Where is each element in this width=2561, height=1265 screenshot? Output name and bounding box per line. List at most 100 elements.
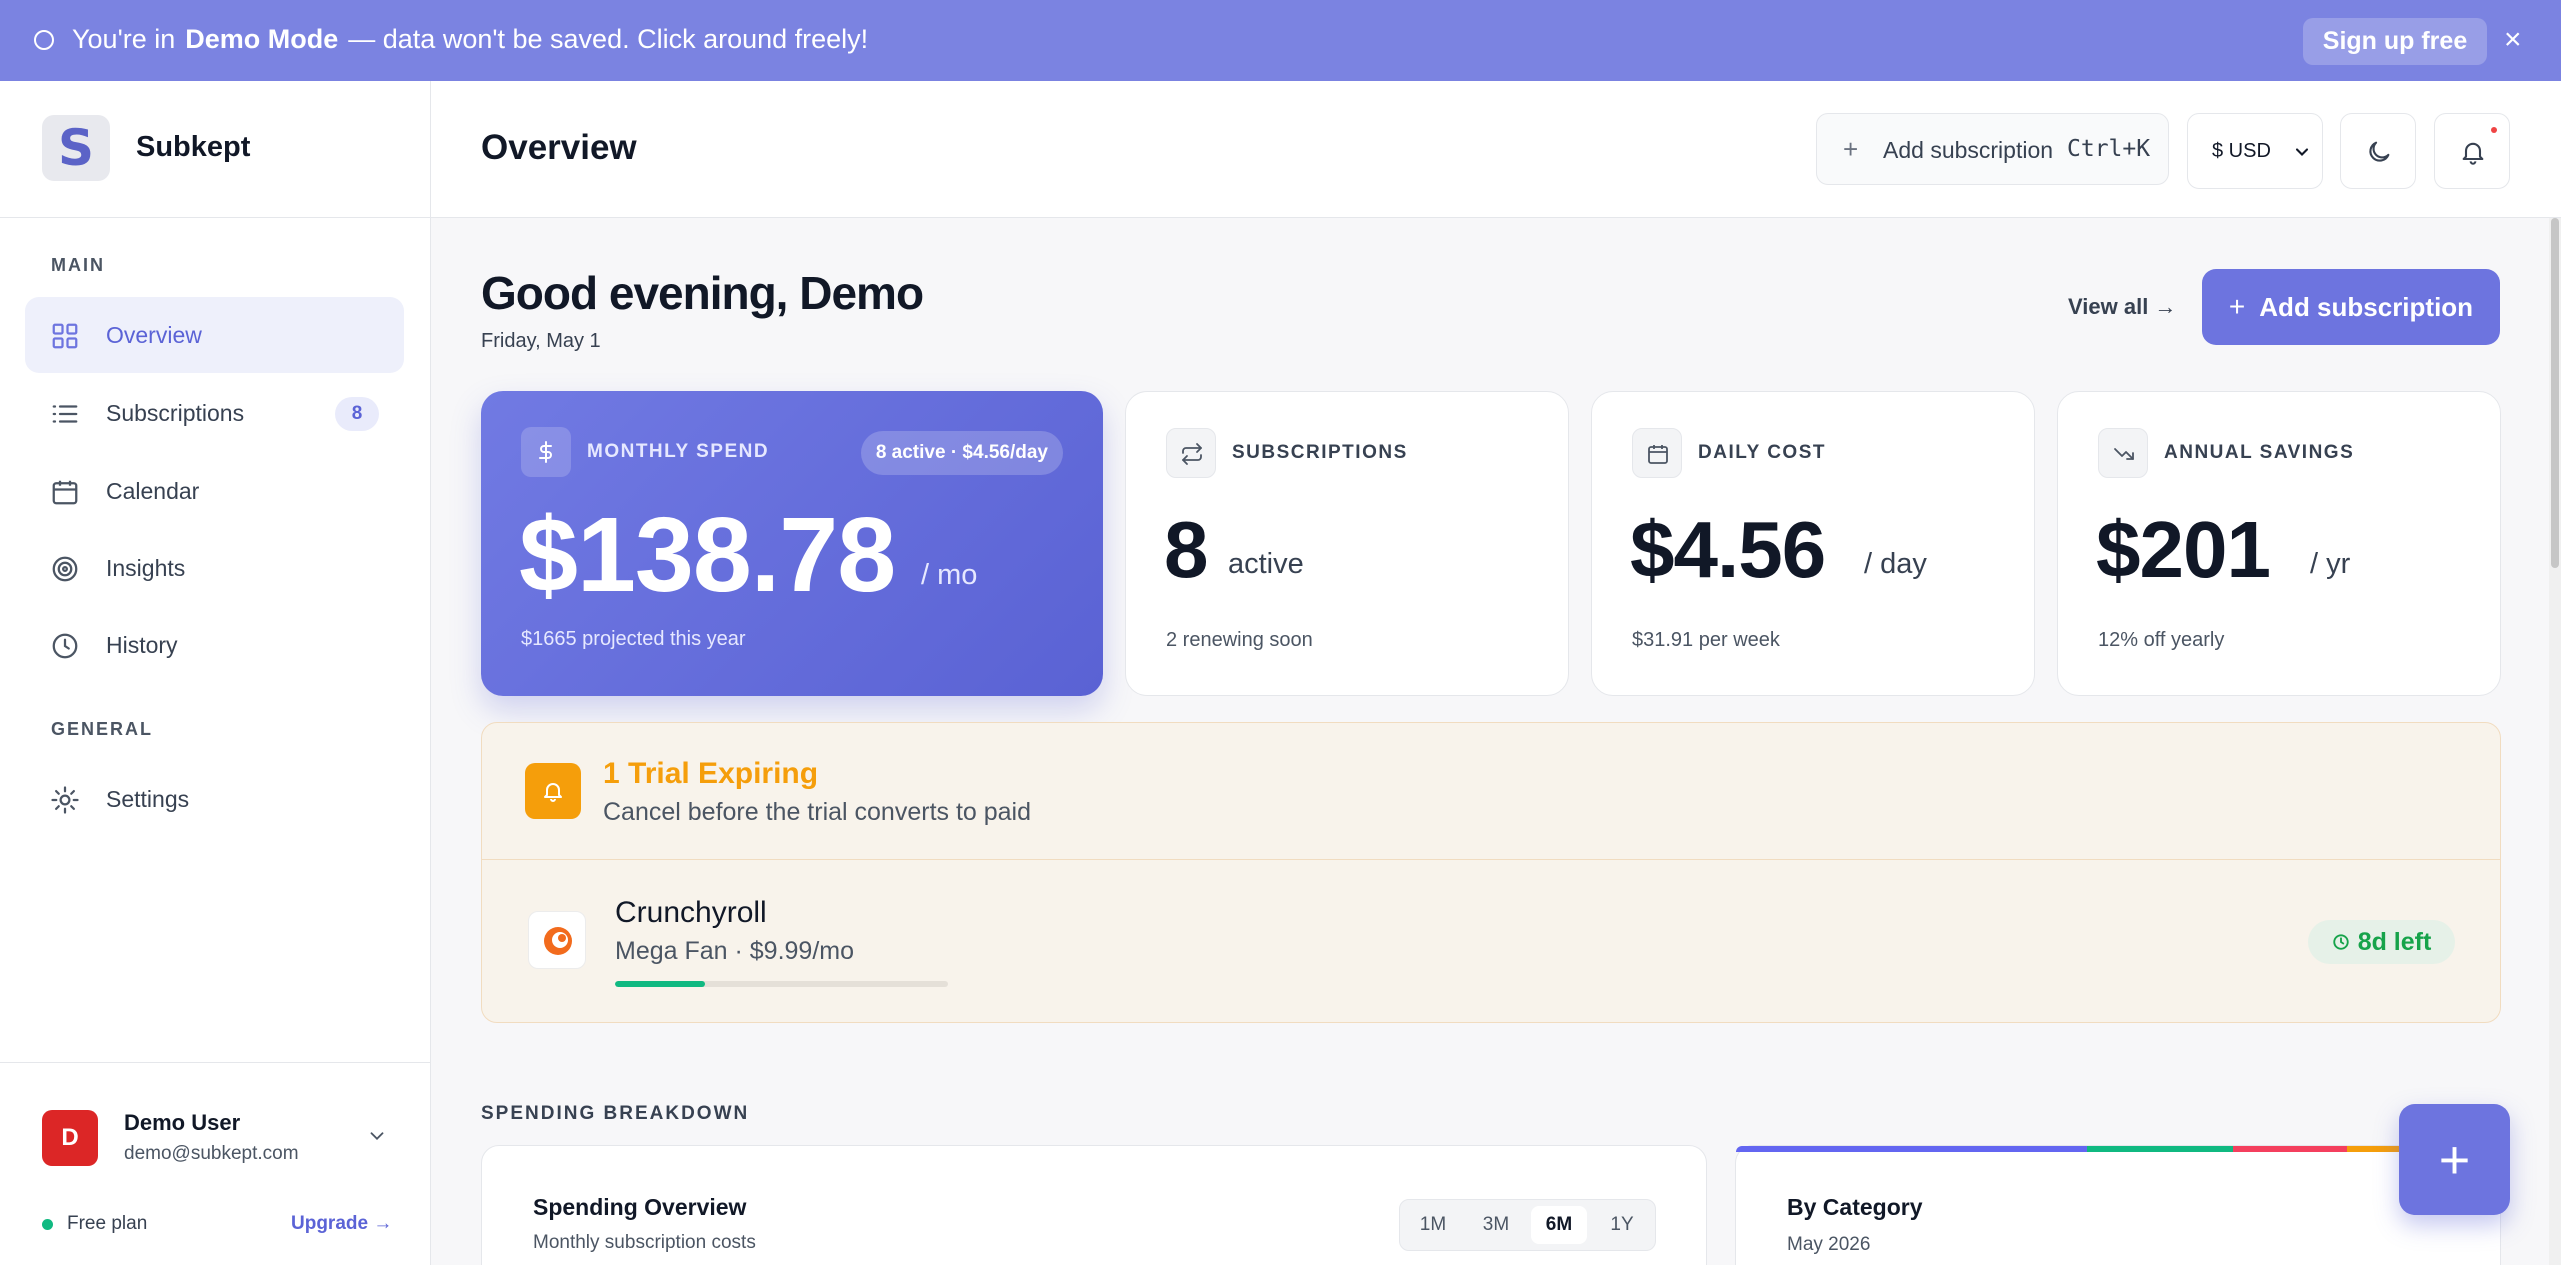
card-unit: / day (1864, 548, 1927, 580)
sidebar-item-insights[interactable]: Insights (25, 530, 404, 606)
add-subscription-button[interactable]: + Add subscription (2202, 269, 2500, 345)
card-unit: / mo (921, 559, 978, 591)
gear-icon (51, 786, 79, 814)
notification-dot (2491, 127, 2497, 133)
trial-title: 1 Trial Expiring (603, 757, 819, 790)
clock-icon (52, 633, 78, 659)
view-all-link[interactable]: View all → (2068, 294, 2176, 320)
dollar-icon (521, 427, 571, 477)
card-label: DAILY COST (1698, 442, 1826, 463)
card-value: 8 (1164, 505, 1208, 594)
card-footnote: $1665 projected this year (521, 628, 746, 650)
sidebar-item-label: Insights (106, 554, 186, 581)
trial-progress-bar (615, 981, 948, 987)
list-icon (52, 405, 78, 423)
panel-title: Spending Overview (533, 1194, 747, 1220)
subscriptions-card[interactable]: SUBSCRIPTIONS 8 active 2 renewing soon (1125, 391, 1569, 696)
notifications-button[interactable] (2434, 113, 2510, 189)
trial-subtitle: Cancel before the trial converts to paid (603, 798, 1032, 826)
upgrade-link[interactable]: Upgrade → (291, 1213, 392, 1235)
clock-icon (2333, 934, 2349, 950)
chevron-down-icon[interactable] (366, 1125, 388, 1147)
time-range-tabs: 1M 3M 6M 1Y (1399, 1199, 1656, 1251)
sidebar-item-history[interactable]: History (25, 607, 404, 683)
card-unit: / yr (2310, 548, 2351, 580)
avatar[interactable]: D (42, 1110, 98, 1166)
circle-icon (34, 30, 54, 50)
card-footnote: 12% off yearly (2098, 629, 2225, 651)
category-color-bar (1736, 1146, 2500, 1152)
page-title: Overview (481, 128, 637, 167)
keyboard-shortcut: Ctrl+K (2067, 136, 2151, 162)
current-date: Friday, May 1 (481, 330, 601, 352)
sidebar-item-settings[interactable]: Settings (25, 761, 404, 837)
add-subscription-label: Add subscription (1883, 137, 2054, 163)
card-unit: active (1228, 548, 1304, 580)
panel-subtitle: Monthly subscription costs (533, 1232, 756, 1253)
user-email: demo@subkept.com (124, 1143, 299, 1164)
trial-progress-fill (615, 981, 705, 987)
plan-label: Free plan (67, 1213, 148, 1234)
card-value: $201 (2096, 505, 2271, 594)
service-name[interactable]: Crunchyroll (615, 896, 767, 930)
section-label-main: MAIN (51, 255, 105, 275)
repeat-icon (1166, 428, 1216, 478)
demo-banner: You're in Demo Mode — data won't be saved.… (0, 0, 2561, 81)
sidebar-item-label: History (106, 631, 178, 658)
plus-icon: + (2228, 291, 2246, 322)
monthly-spend-card[interactable]: MONTHLY SPEND 8 active · $4.56/day $138.… (481, 391, 1103, 696)
range-tab-3m[interactable]: 3M (1468, 1206, 1524, 1244)
scrollbar-thumb[interactable] (2551, 218, 2559, 568)
range-tab-1m[interactable]: 1M (1405, 1206, 1461, 1244)
daily-cost-card[interactable]: DAILY COST $4.56 / day $31.91 per week (1591, 391, 2035, 696)
sign-up-button[interactable]: Sign up free (2303, 18, 2487, 65)
sidebar-item-overview[interactable]: Overview (25, 297, 404, 373)
annual-savings-card[interactable]: ANNUAL SAVINGS $201 / yr 12% off yearly (2057, 391, 2501, 696)
card-value: $138.78 (519, 496, 896, 614)
bell-icon (2462, 142, 2484, 165)
sidebar: S Subkept MAIN Overview Subscriptions 8 … (0, 81, 431, 1265)
sidebar-item-label: Settings (106, 785, 190, 812)
trial-expiring-panel: 1 Trial Expiring Cancel before the trial… (481, 722, 2501, 1023)
app-logo[interactable]: S (42, 115, 110, 181)
status-badge: 8 active · $4.56/day (860, 431, 1063, 475)
range-tab-6m[interactable]: 6M (1531, 1206, 1587, 1244)
bell-icon (525, 763, 581, 819)
target-icon (52, 556, 78, 582)
card-value: $4.56 (1630, 505, 1826, 594)
spending-overview-panel: Spending Overview Monthly subscription c… (481, 1145, 1707, 1265)
app-name: Subkept (136, 131, 251, 163)
add-floating-button[interactable]: + (2399, 1104, 2510, 1215)
currency-select[interactable]: $ USD (2187, 113, 2323, 189)
sidebar-item-label: Overview (106, 321, 202, 348)
panel-subtitle: May 2026 (1787, 1234, 1871, 1255)
category-segment (1736, 1146, 2088, 1152)
panel-title: By Category (1787, 1194, 1923, 1220)
by-category-panel: By Category May 2026 (1735, 1145, 2501, 1265)
greeting-heading: Good evening, Demo (481, 267, 924, 319)
calendar-icon (1632, 428, 1682, 478)
user-name: Demo User (124, 1110, 241, 1135)
card-label: SUBSCRIPTIONS (1232, 442, 1408, 463)
section-label-general: GENERAL (51, 719, 154, 739)
divider (0, 1062, 431, 1063)
plus-icon: + (1843, 134, 1859, 164)
sidebar-item-label: Calendar (106, 477, 200, 504)
trending-down-icon (2098, 428, 2148, 478)
range-tab-1y[interactable]: 1Y (1594, 1206, 1650, 1244)
sidebar-item-calendar[interactable]: Calendar (25, 453, 404, 529)
category-segment (2087, 1146, 2233, 1152)
divider (0, 217, 431, 218)
sidebar-item-subscriptions[interactable]: Subscriptions 8 (25, 375, 404, 451)
divider (482, 859, 2500, 860)
theme-toggle-button[interactable] (2340, 113, 2416, 189)
category-segment (2232, 1146, 2348, 1152)
days-left-badge: 8d left (2308, 920, 2455, 964)
close-icon[interactable]: × (2504, 22, 2522, 58)
grid-icon (52, 323, 78, 349)
card-footnote: 2 renewing soon (1166, 629, 1313, 651)
section-label-breakdown: SPENDING BREAKDOWN (481, 1103, 750, 1124)
moon-icon (2369, 141, 2390, 162)
status-dot (42, 1219, 53, 1230)
add-subscription-command[interactable]: + Add subscription Ctrl+K (1816, 113, 2169, 185)
